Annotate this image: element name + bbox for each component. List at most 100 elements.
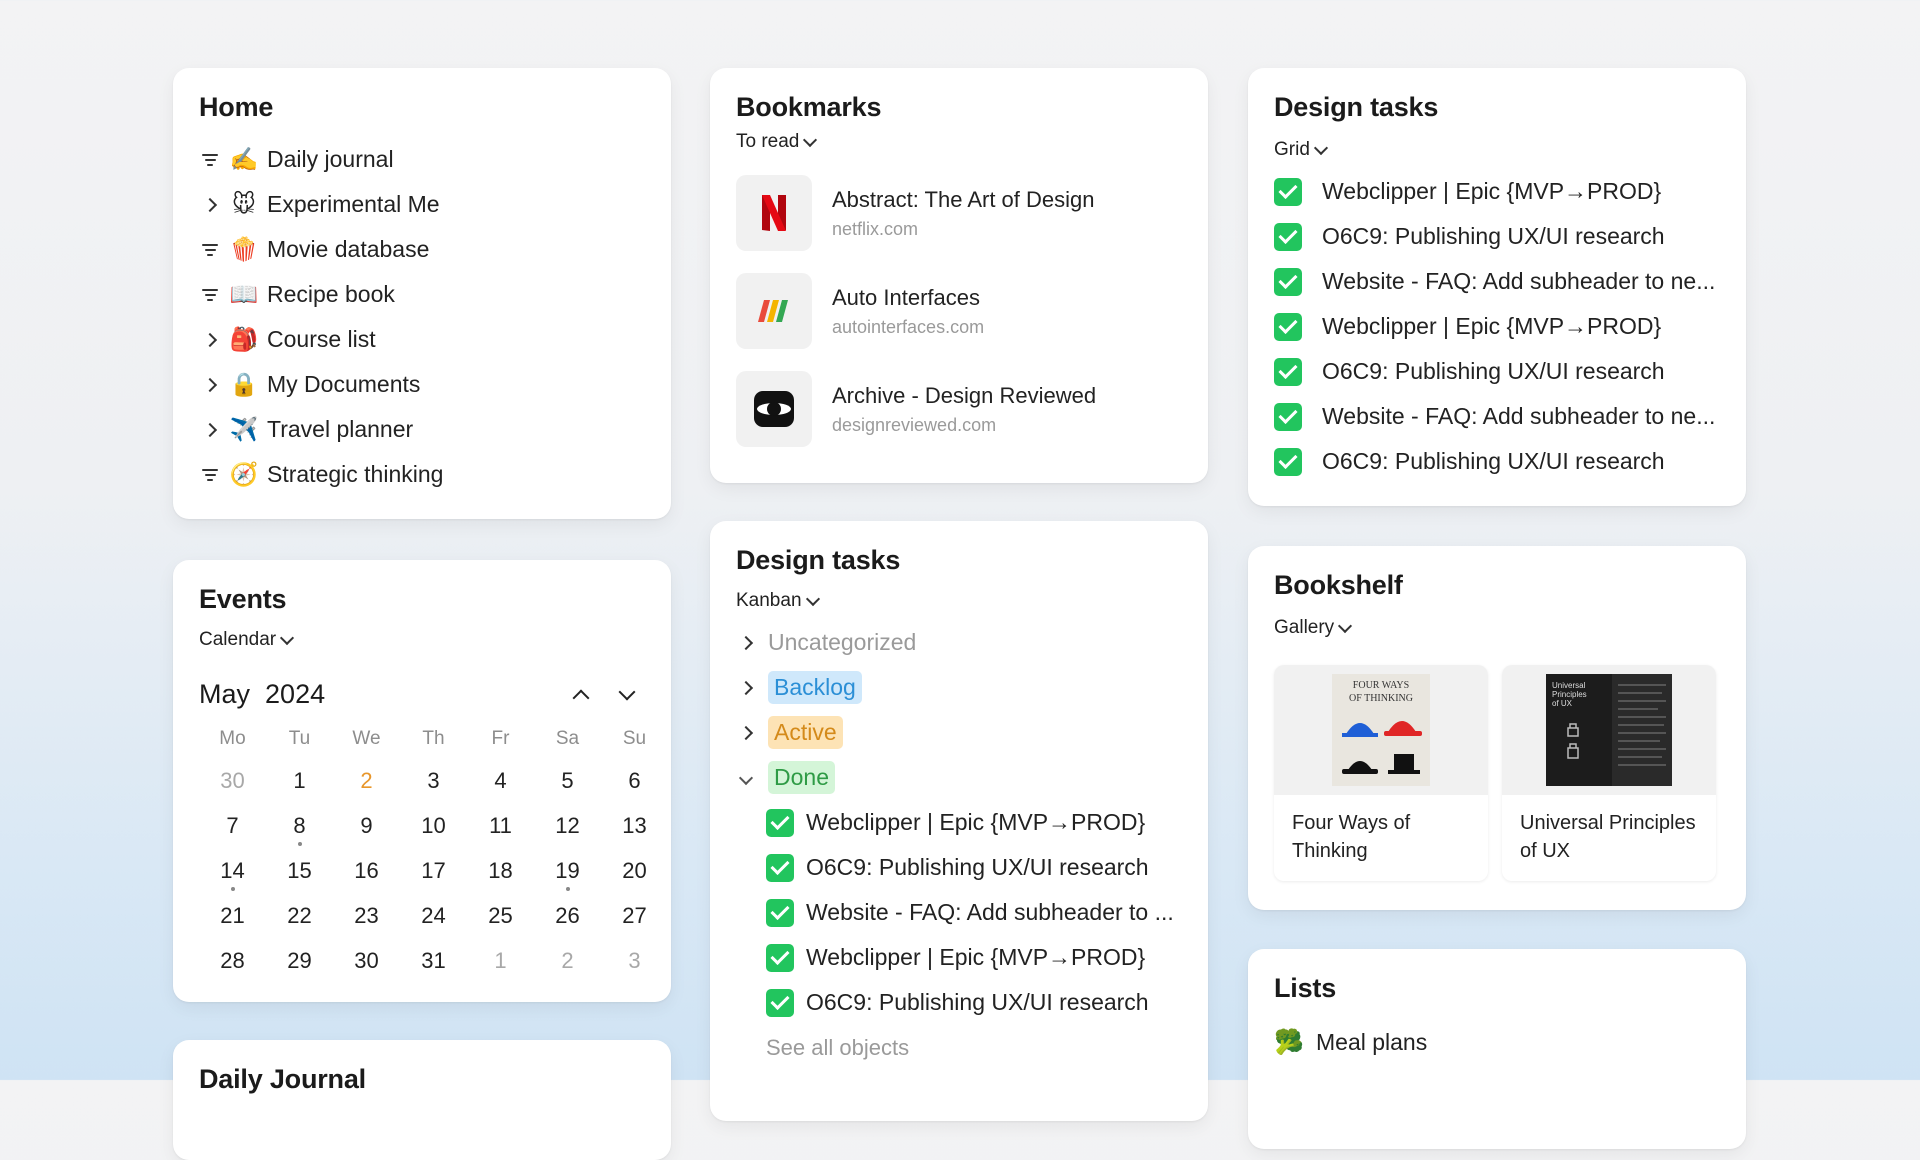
home-item[interactable]: 🧭 Strategic thinking — [199, 452, 645, 497]
calendar-day[interactable]: 15 — [266, 848, 333, 893]
task-row[interactable]: O6C9: Publishing UX/UI research — [1274, 214, 1720, 259]
task-row[interactable]: Website - FAQ: Add subheader to ... — [736, 890, 1182, 935]
calendar-day[interactable]: 5 — [534, 758, 601, 803]
calendar-day-today[interactable]: 2 — [333, 758, 400, 803]
calendar-day[interactable]: 3 — [601, 938, 668, 983]
calendar-day[interactable]: 10 — [400, 803, 467, 848]
widget-title[interactable]: Bookshelf — [1274, 570, 1720, 601]
home-item[interactable]: 🎒 Course list — [199, 317, 645, 362]
calendar-day[interactable]: 19 — [534, 848, 601, 893]
widget-title[interactable]: Design tasks — [1274, 92, 1720, 123]
bookmark-item[interactable]: Archive - Design Reviewed designreviewed… — [736, 371, 1182, 447]
bookmark-item[interactable]: Auto Interfaces autointerfaces.com — [736, 273, 1182, 349]
calendar-day[interactable]: 9 — [333, 803, 400, 848]
checkbox-checked[interactable] — [1274, 402, 1302, 431]
calendar-day[interactable]: 28 — [199, 938, 266, 983]
filter-icon[interactable] — [199, 243, 221, 256]
checkbox-checked[interactable] — [1274, 447, 1302, 476]
chevron-down-icon[interactable] — [736, 770, 756, 785]
task-row[interactable]: O6C9: Publishing UX/UI research — [736, 980, 1182, 1025]
chevron-right-icon[interactable] — [736, 725, 756, 740]
calendar-day[interactable]: 2 — [534, 938, 601, 983]
bookmark-item[interactable]: Abstract: The Art of Design netflix.com — [736, 175, 1182, 251]
chevron-right-icon[interactable] — [199, 197, 221, 212]
calendar-day[interactable]: 14 — [199, 848, 266, 893]
calendar-day[interactable]: 23 — [333, 893, 400, 938]
calendar-day[interactable]: 7 — [199, 803, 266, 848]
kanban-group-backlog[interactable]: Backlog — [736, 665, 1182, 710]
home-item[interactable]: ✈️ Travel planner — [199, 407, 645, 452]
previous-month-button[interactable] — [569, 683, 593, 707]
calendar-day[interactable]: 12 — [534, 803, 601, 848]
calendar-day[interactable]: 21 — [199, 893, 266, 938]
calendar-day[interactable]: 8 — [266, 803, 333, 848]
filter-icon[interactable] — [199, 153, 221, 166]
checkbox-checked[interactable] — [766, 898, 794, 927]
next-month-button[interactable] — [615, 683, 639, 707]
calendar-day[interactable]: 27 — [601, 893, 668, 938]
calendar-day[interactable]: 4 — [467, 758, 534, 803]
calendar-day[interactable]: 16 — [333, 848, 400, 893]
widget-title[interactable]: Lists — [1274, 973, 1720, 1004]
calendar-day[interactable]: 11 — [467, 803, 534, 848]
home-item[interactable]: 🍿 Movie database — [199, 227, 645, 272]
task-row[interactable]: Webclipper | Epic {MVP→PROD} — [736, 935, 1182, 980]
list-item[interactable]: 🥦 Meal plans — [1274, 1020, 1720, 1065]
calendar-day[interactable]: 6 — [601, 758, 668, 803]
task-row[interactable]: Website - FAQ: Add subheader to ne... — [1274, 259, 1720, 304]
calendar-day[interactable]: 31 — [400, 938, 467, 983]
filter-icon[interactable] — [199, 468, 221, 481]
home-item[interactable]: ✍️ Daily journal — [199, 137, 645, 182]
book-card[interactable]: Universal Principles of UX Universal Pri… — [1502, 665, 1716, 881]
checkbox-checked[interactable] — [1274, 312, 1302, 341]
home-item[interactable]: 🐭 Experimental Me — [199, 182, 645, 227]
chevron-right-icon[interactable] — [199, 377, 221, 392]
chevron-right-icon[interactable] — [736, 680, 756, 695]
task-row[interactable]: Webclipper | Epic {MVP→PROD} — [1274, 169, 1720, 214]
calendar-day[interactable]: 30 — [199, 758, 266, 803]
see-all-objects-link[interactable]: See all objects — [736, 1025, 1182, 1070]
calendar-day[interactable]: 18 — [467, 848, 534, 893]
view-selector[interactable]: Grid — [1274, 139, 1328, 161]
home-item[interactable]: 🔒 My Documents — [199, 362, 645, 407]
home-item[interactable]: 📖 Recipe book — [199, 272, 645, 317]
calendar-day[interactable]: 1 — [266, 758, 333, 803]
calendar-day[interactable]: 22 — [266, 893, 333, 938]
checkbox-checked[interactable] — [766, 808, 794, 837]
task-row[interactable]: O6C9: Publishing UX/UI research — [1274, 349, 1720, 394]
calendar-day[interactable]: 26 — [534, 893, 601, 938]
task-row[interactable]: Website - FAQ: Add subheader to ne... — [1274, 394, 1720, 439]
view-selector[interactable]: To read — [736, 131, 818, 153]
widget-title[interactable]: Events — [199, 584, 645, 615]
widget-title[interactable]: Home — [199, 92, 645, 123]
book-card[interactable]: FOUR WAYS OF THINKING Four Ways of Think… — [1274, 665, 1488, 881]
checkbox-checked[interactable] — [1274, 222, 1302, 251]
calendar-day[interactable]: 30 — [333, 938, 400, 983]
calendar-day[interactable]: 1 — [467, 938, 534, 983]
task-row[interactable]: Webclipper | Epic {MVP→PROD} — [736, 800, 1182, 845]
checkbox-checked[interactable] — [1274, 267, 1302, 296]
checkbox-checked[interactable] — [1274, 357, 1302, 386]
checkbox-checked[interactable] — [766, 853, 794, 882]
task-row[interactable]: O6C9: Publishing UX/UI research — [736, 845, 1182, 890]
chevron-right-icon[interactable] — [199, 332, 221, 347]
view-selector[interactable]: Kanban — [736, 590, 820, 612]
calendar-day[interactable]: 17 — [400, 848, 467, 893]
calendar-day[interactable]: 29 — [266, 938, 333, 983]
calendar-day[interactable]: 3 — [400, 758, 467, 803]
kanban-group-done[interactable]: Done — [736, 755, 1182, 800]
calendar-day[interactable]: 13 — [601, 803, 668, 848]
filter-icon[interactable] — [199, 288, 221, 301]
chevron-right-icon[interactable] — [199, 422, 221, 437]
checkbox-checked[interactable] — [766, 943, 794, 972]
widget-title[interactable]: Design tasks — [736, 545, 1182, 576]
calendar-day[interactable]: 24 — [400, 893, 467, 938]
task-row[interactable]: O6C9: Publishing UX/UI research — [1274, 439, 1720, 484]
checkbox-checked[interactable] — [1274, 177, 1302, 206]
kanban-group-active[interactable]: Active — [736, 710, 1182, 755]
calendar-day[interactable]: 20 — [601, 848, 668, 893]
task-row[interactable]: Webclipper | Epic {MVP→PROD} — [1274, 304, 1720, 349]
kanban-group-uncategorized[interactable]: Uncategorized — [736, 620, 1182, 665]
view-selector[interactable]: Gallery — [1274, 617, 1353, 639]
view-selector[interactable]: Calendar — [199, 629, 295, 651]
